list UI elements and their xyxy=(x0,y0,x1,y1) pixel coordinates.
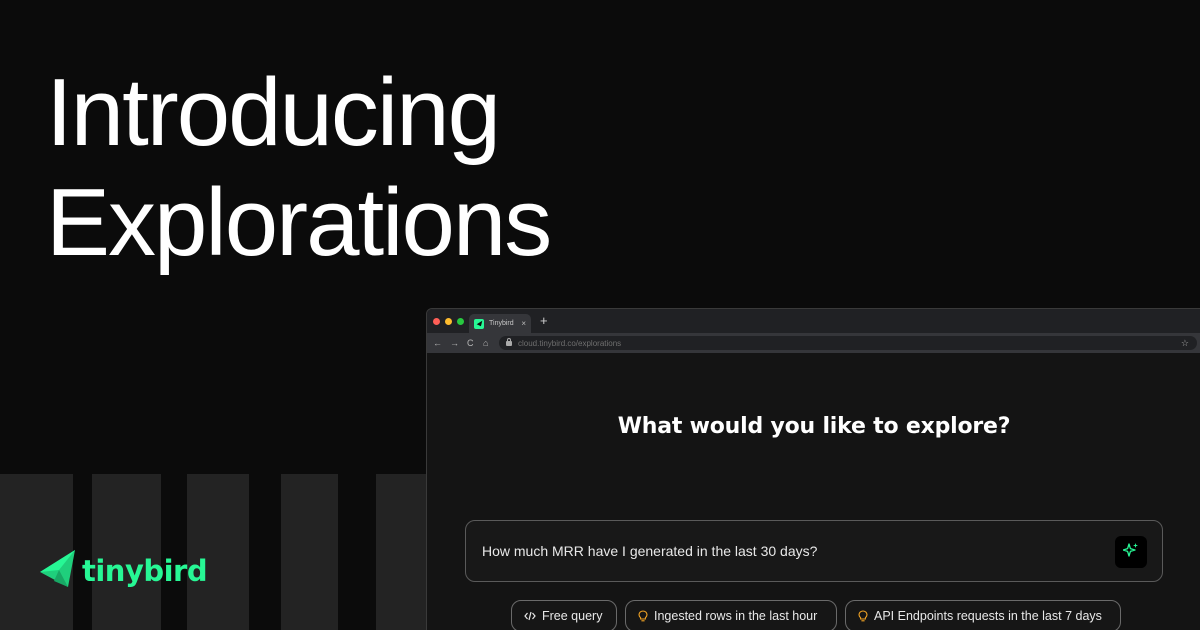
tinybird-favicon-icon xyxy=(474,318,484,329)
brand-logo: tinybird xyxy=(38,548,208,593)
lock-icon xyxy=(506,337,512,346)
explore-query-input[interactable]: How much MRR have I generated in the las… xyxy=(465,520,1163,582)
suggestion-label: Ingested rows in the last hour xyxy=(654,609,818,623)
decorative-bar xyxy=(281,474,338,630)
sparkle-icon xyxy=(1122,542,1139,563)
tinybird-bird-icon xyxy=(38,548,78,593)
query-text: How much MRR have I generated in the las… xyxy=(482,543,818,559)
headline-line-1: Introducing xyxy=(46,59,501,166)
decorative-bar xyxy=(376,474,428,630)
back-arrow-icon[interactable]: ← xyxy=(433,336,442,350)
headline: Introducing Explorations xyxy=(46,58,552,278)
page-title: What would you like to explore? xyxy=(617,414,1011,439)
window-close-dot[interactable] xyxy=(433,318,440,325)
hero-banner: Introducing Explorations tinybird Tinybi… xyxy=(0,0,1200,630)
address-url: cloud.tinybird.co/explorations xyxy=(518,338,622,348)
brand-name: tinybird xyxy=(82,553,208,588)
explorations-page: What would you like to explore? How much… xyxy=(427,353,1200,630)
ai-sparkle-button[interactable] xyxy=(1115,536,1147,568)
bookmark-star-icon[interactable]: ☆ xyxy=(1181,338,1189,349)
suggestion-chip-free-query[interactable]: Free query xyxy=(511,600,617,630)
suggestion-chip-ingested-rows[interactable]: Ingested rows in the last hour xyxy=(625,600,837,630)
window-minimize-dot[interactable] xyxy=(445,318,452,325)
tab-close-icon[interactable]: × xyxy=(521,319,526,328)
headline-line-2: Explorations xyxy=(46,169,552,276)
browser-tab-bar: Tinybird × + xyxy=(427,309,1200,333)
suggestion-label: API Endpoints requests in the last 7 day… xyxy=(874,609,1102,623)
browser-window: Tinybird × + ← → C ⌂ cloud.tinybird.co/e… xyxy=(426,308,1200,630)
reload-icon[interactable]: C xyxy=(467,336,474,350)
lightbulb-icon xyxy=(858,610,868,622)
suggestion-chip-api-endpoints[interactable]: API Endpoints requests in the last 7 day… xyxy=(845,600,1121,630)
browser-tab[interactable]: Tinybird × xyxy=(469,314,531,333)
lightbulb-icon xyxy=(638,610,648,622)
browser-toolbar: ← → C ⌂ cloud.tinybird.co/explorations ☆ xyxy=(427,333,1200,353)
forward-arrow-icon[interactable]: → xyxy=(450,336,459,350)
tab-title: Tinybird xyxy=(489,320,514,327)
window-maximize-dot[interactable] xyxy=(457,318,464,325)
code-icon xyxy=(524,611,536,621)
home-icon[interactable]: ⌂ xyxy=(483,336,488,350)
suggestion-label: Free query xyxy=(542,609,603,623)
new-tab-icon[interactable]: + xyxy=(540,313,548,329)
address-bar[interactable]: cloud.tinybird.co/explorations ☆ xyxy=(499,336,1197,350)
